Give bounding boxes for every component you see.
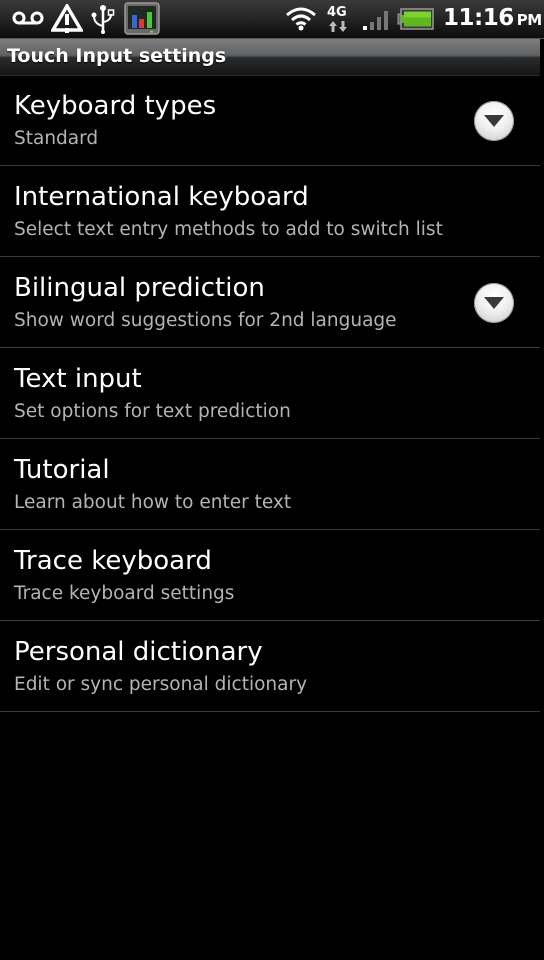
4g-icon: 4G: [326, 3, 352, 39]
battery-icon: [397, 8, 435, 34]
setting-trace-keyboard[interactable]: Trace keyboard Trace keyboard settings: [0, 530, 540, 621]
clock: 11:16 PM: [443, 5, 542, 31]
setting-summary: Show word suggestions for 2nd language: [14, 310, 397, 331]
setting-label: Text input: [14, 364, 142, 394]
setting-bilingual-prediction[interactable]: Bilingual prediction Show word suggestio…: [0, 257, 540, 348]
setting-label: Personal dictionary: [14, 637, 263, 667]
setting-text-input[interactable]: Text input Set options for text predicti…: [0, 348, 540, 439]
signal-icon: [362, 10, 390, 36]
setting-summary: Edit or sync personal dictionary: [14, 674, 308, 695]
setting-tutorial[interactable]: Tutorial Learn about how to enter text: [0, 439, 540, 530]
setting-international-keyboard[interactable]: International keyboard Select text entry…: [0, 166, 540, 257]
setting-summary: Learn about how to enter text: [14, 492, 292, 513]
setting-label: Trace keyboard: [14, 546, 212, 576]
alert-icon: [49, 2, 85, 38]
setting-label: International keyboard: [14, 182, 309, 212]
clock-time: 11:16: [443, 5, 514, 31]
voicemail-icon: [12, 10, 44, 30]
setting-summary: Select text entry methods to add to swit…: [14, 219, 443, 240]
network-label: 4G: [327, 5, 347, 20]
chevron-down-icon[interactable]: [474, 283, 514, 323]
settings-list: Keyboard types Standard International ke…: [0, 75, 540, 712]
setting-label: Bilingual prediction: [14, 273, 265, 303]
setting-keyboard-types[interactable]: Keyboard types Standard: [0, 75, 540, 166]
title-bar: Touch Input settings: [0, 39, 540, 76]
setting-personal-dictionary[interactable]: Personal dictionary Edit or sync persona…: [0, 621, 540, 712]
page-title: Touch Input settings: [7, 45, 227, 67]
setting-label: Keyboard types: [14, 91, 217, 121]
status-bar: 4G 11:16 PM: [0, 0, 544, 39]
setting-summary: Set options for text prediction: [14, 401, 291, 422]
setting-summary: Trace keyboard settings: [14, 583, 235, 604]
chevron-down-icon[interactable]: [474, 101, 514, 141]
setting-summary: Standard: [14, 128, 99, 149]
clock-ampm: PM: [516, 11, 542, 29]
usb-icon: [90, 4, 116, 38]
wifi-icon: [285, 6, 317, 36]
setting-label: Tutorial: [14, 455, 110, 485]
app-monitor-icon: [124, 2, 160, 39]
